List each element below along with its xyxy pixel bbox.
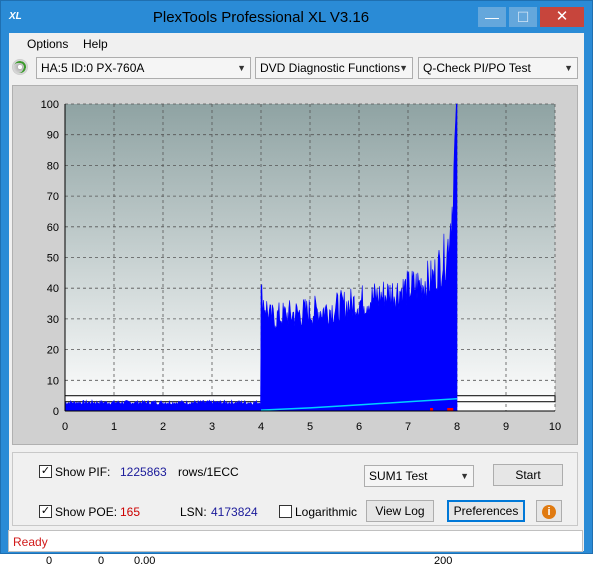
logarithmic-label: Logarithmic [295, 505, 358, 519]
y-tick-label: 0 [53, 406, 59, 418]
pi-po-chart: 0 1 2 3 4 5 6 7 8 9 100102030405060708090100 [41, 99, 561, 433]
test-mode-value: SUM1 Test [369, 469, 428, 483]
chevron-down-icon: ▼ [564, 63, 573, 73]
x-tick-label: 9 [503, 421, 509, 433]
show-pif-label: Show PIF: [55, 465, 111, 479]
window-title: PlexTools Professional XL V3.16 [152, 9, 370, 26]
test-select-value: Q-Check PI/PO Test [423, 61, 531, 75]
lsn-label: LSN: [180, 505, 207, 519]
close-button[interactable]: ✕ [540, 7, 584, 27]
menu-options[interactable]: Options [27, 37, 68, 51]
background-value: 0 [98, 555, 105, 567]
poe-value: 165 [120, 505, 141, 519]
y-tick-label: 40 [47, 283, 59, 295]
start-button[interactable]: Start [493, 464, 563, 486]
y-tick-label: 100 [41, 99, 59, 111]
background-value: 0.00 [134, 555, 156, 567]
pif-value: 1225863 [120, 465, 167, 479]
test-select[interactable]: Q-Check PI/PO Test ▼ [418, 57, 578, 79]
x-tick-label: 5 [307, 421, 313, 433]
show-poe-label: Show POE: [55, 505, 118, 519]
background-value: 0 [46, 555, 53, 567]
x-tick-label: 0 [62, 421, 68, 433]
x-tick-label: 7 [405, 421, 411, 433]
y-tick-label: 30 [47, 314, 59, 326]
info-icon: i [542, 505, 556, 519]
lsn-value: 4173824 [211, 505, 258, 519]
y-tick-label: 60 [47, 222, 59, 234]
y-tick-label: 90 [47, 130, 59, 142]
disc-icon [12, 59, 28, 75]
minimize-button[interactable]: — [478, 7, 506, 27]
y-tick-label: 70 [47, 191, 59, 203]
status-bar: Ready [8, 530, 583, 552]
pif-unit: rows/1ECC [178, 465, 239, 479]
drive-select[interactable]: HA:5 ID:0 PX-760A ▼ [36, 57, 251, 79]
x-tick-label: 10 [549, 421, 561, 433]
x-tick-label: 2 [160, 421, 166, 433]
y-tick-label: 80 [47, 160, 59, 172]
y-tick-label: 50 [47, 253, 59, 265]
y-tick-label: 10 [47, 375, 59, 387]
drive-select-value: HA:5 ID:0 PX-760A [41, 61, 145, 75]
function-select-value: DVD Diagnostic Functions [260, 61, 401, 75]
test-mode-select[interactable]: SUM1 Test ▼ [364, 465, 474, 487]
x-tick-label: 6 [356, 421, 362, 433]
x-tick-label: 3 [209, 421, 215, 433]
title-bar[interactable]: XL PlexTools Professional XL V3.16 — ☐ ✕ [1, 1, 592, 33]
x-tick-label: 1 [111, 421, 117, 433]
logarithmic-checkbox[interactable] [279, 505, 292, 518]
info-button[interactable]: i [536, 500, 562, 522]
chevron-down-icon: ▼ [237, 63, 246, 73]
chevron-down-icon: ▼ [460, 471, 469, 481]
function-select[interactable]: DVD Diagnostic Functions ▼ [255, 57, 413, 79]
chart-container: 0 1 2 3 4 5 6 7 8 9 10 0 10 20 30 40 50 60 70 80 90 100 [12, 85, 578, 445]
x-tick-label: 8 [454, 421, 460, 433]
status-text: Ready [13, 535, 48, 549]
background-value: 200 [434, 555, 453, 567]
x-tick-label: 4 [258, 421, 264, 433]
show-pif-checkbox[interactable]: ✓ [39, 465, 52, 478]
preferences-button[interactable]: Preferences [447, 500, 525, 522]
y-tick-label: 20 [47, 345, 59, 357]
show-poe-checkbox[interactable]: ✓ [39, 505, 52, 518]
maximize-button[interactable]: ☐ [509, 7, 537, 27]
chevron-down-icon: ▼ [399, 63, 408, 73]
view-log-button[interactable]: View Log [366, 500, 434, 522]
menu-help[interactable]: Help [83, 37, 108, 51]
menu-bar: Options Help [9, 33, 584, 55]
